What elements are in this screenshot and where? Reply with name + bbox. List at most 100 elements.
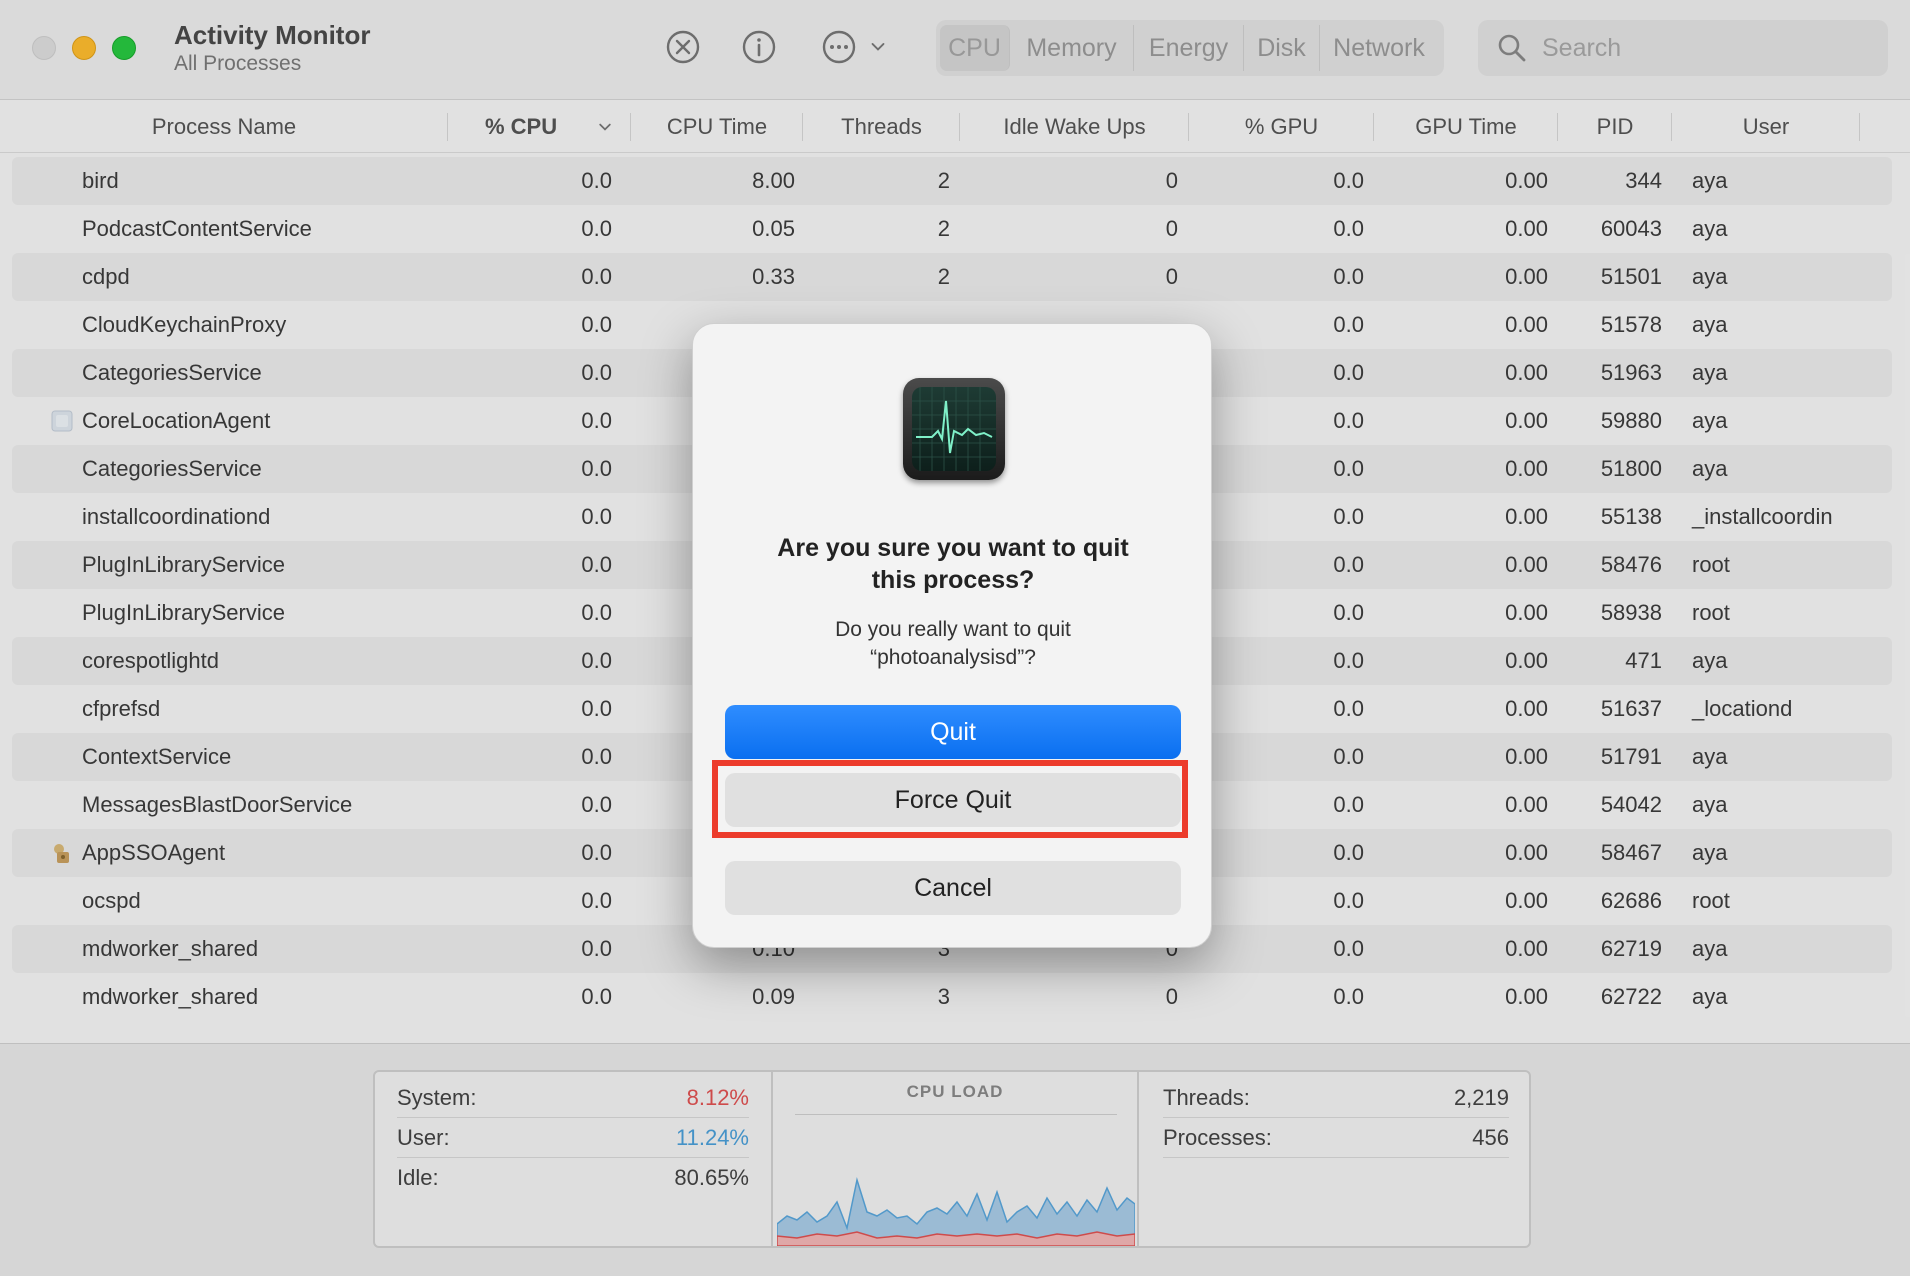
column-cpu-time[interactable]: CPU Time — [631, 101, 803, 153]
cell-cpu: 0.0 — [581, 792, 612, 817]
cell-gpu-time: 0.00 — [1505, 744, 1548, 769]
cancel-button[interactable]: Cancel — [725, 861, 1181, 915]
stop-process-icon[interactable] — [664, 28, 702, 66]
cell-gpu-time: 0.00 — [1505, 840, 1548, 865]
cell-gpu-time: 0.00 — [1505, 792, 1548, 817]
info-icon[interactable] — [740, 28, 778, 66]
idle-label: Idle: — [397, 1165, 439, 1190]
cell-pid: 51578 — [1600, 312, 1662, 337]
cell-gpu-time: 0.00 — [1505, 504, 1548, 529]
cell-user: aya — [1692, 840, 1728, 865]
cell-pid: 51501 — [1600, 264, 1662, 289]
tab-memory[interactable]: Memory — [1010, 25, 1134, 71]
cell-user: root — [1692, 888, 1730, 913]
table-row[interactable]: PodcastContentService 0.0 0.05 2 0 0.0 0.00 600… — [12, 205, 1892, 253]
cell-cpu: 0.0 — [581, 600, 612, 625]
column-gpu[interactable]: % GPU — [1189, 101, 1374, 153]
sort-descending-icon — [599, 123, 611, 131]
cell-gpu-time: 0.00 — [1505, 216, 1548, 241]
table-row[interactable]: mdworker_shared 0.0 0.09 3 0 0.0 0.00 62722 aya — [12, 973, 1892, 1021]
cell-user: aya — [1692, 792, 1728, 817]
process-name: PlugInLibraryService — [82, 600, 285, 625]
cell-pid: 62686 — [1600, 888, 1662, 913]
cell-cpu: 0.0 — [581, 456, 612, 481]
column-pid[interactable]: PID — [1558, 101, 1672, 153]
tab-disk[interactable]: Disk — [1244, 25, 1320, 71]
quit-button[interactable]: Quit — [725, 705, 1181, 759]
cell-user: root — [1692, 600, 1730, 625]
cell-cpu-time: 0.33 — [752, 264, 795, 289]
tab-energy[interactable]: Energy — [1134, 25, 1244, 71]
cell-threads: 2 — [937, 168, 950, 193]
threads-stat: Threads: 2,219 — [1163, 1078, 1509, 1118]
process-name: CategoriesService — [82, 456, 262, 481]
force-quit-button[interactable]: Force Quit — [725, 773, 1181, 827]
cell-cpu: 0.0 — [581, 984, 612, 1009]
search-input[interactable] — [1542, 33, 1862, 63]
cell-cpu: 0.0 — [581, 216, 612, 241]
column-cpu-label: % CPU — [485, 114, 558, 139]
cell-pid: 59880 — [1600, 408, 1662, 433]
more-options-icon[interactable] — [820, 28, 858, 66]
cell-gpu-time: 0.00 — [1505, 456, 1548, 481]
cell-pid: 471 — [1625, 648, 1662, 673]
user-label: User: — [397, 1124, 450, 1150]
user-value: 11.24% — [676, 1124, 749, 1150]
graph-divider — [795, 1114, 1117, 1115]
cell-gpu-time: 0.00 — [1505, 984, 1548, 1009]
column-gpu-time[interactable]: GPU Time — [1374, 101, 1558, 153]
idle-stat: Idle: 80.65% — [397, 1158, 749, 1198]
threads-label: Threads: — [1163, 1084, 1250, 1110]
activity-monitor-window: Activity Monitor All Processes CPU Memor… — [0, 0, 1910, 1276]
cell-pid: 51800 — [1600, 456, 1662, 481]
cell-cpu: 0.0 — [581, 408, 612, 433]
cell-user: root — [1692, 552, 1730, 577]
close-window-button[interactable] — [32, 36, 56, 60]
process-name: installcoordinationd — [82, 504, 271, 529]
minimize-window-button[interactable] — [72, 36, 96, 60]
process-name: corespotlightd — [82, 648, 219, 673]
cell-cpu-time: 0.05 — [752, 216, 795, 241]
column-idle-wake-ups[interactable]: Idle Wake Ups — [960, 101, 1189, 153]
cell-gpu: 0.0 — [1333, 168, 1364, 193]
user-stat: User: 11.24% — [397, 1118, 749, 1158]
cell-pid: 54042 — [1600, 792, 1662, 817]
table-row[interactable]: cdpd 0.0 0.33 2 0 0.0 0.00 51501 aya — [12, 253, 1892, 301]
column-cpu[interactable]: % CPU — [448, 101, 631, 153]
process-name: PlugInLibraryService — [82, 552, 285, 577]
column-threads[interactable]: Threads — [803, 101, 960, 153]
cell-cpu: 0.0 — [581, 552, 612, 577]
cell-gpu-time: 0.00 — [1505, 360, 1548, 385]
cell-user: _locationd — [1692, 696, 1793, 721]
tab-network[interactable]: Network — [1320, 25, 1438, 71]
dialog-title: Are you sure you want to quit this proce… — [777, 534, 1129, 594]
process-name: mdworker_shared — [82, 984, 259, 1009]
location-agent-icon — [50, 409, 74, 433]
cell-cpu: 0.0 — [581, 504, 612, 529]
dialog-message: Do you really want to quit “photoanalysi… — [835, 618, 1071, 669]
zoom-window-button[interactable] — [112, 36, 136, 60]
column-process-name[interactable]: Process Name — [0, 101, 448, 153]
cell-gpu: 0.0 — [1333, 264, 1364, 289]
process-name: MessagesBlastDoorService — [82, 792, 353, 817]
chevron-down-icon[interactable] — [858, 28, 898, 66]
tab-cpu[interactable]: CPU — [940, 25, 1010, 71]
column-user[interactable]: User — [1672, 101, 1860, 153]
cell-user: aya — [1692, 312, 1728, 337]
cell-user: aya — [1692, 984, 1728, 1009]
cell-cpu-time: 8.00 — [752, 168, 795, 193]
cell-idle: 0 — [1165, 984, 1178, 1009]
cell-gpu-time: 0.00 — [1505, 696, 1548, 721]
process-name: ContextService — [82, 744, 232, 769]
process-name: cdpd — [82, 264, 130, 289]
cell-user: _installcoordin — [1692, 504, 1833, 529]
cpu-load-graph: CPU LOAD — [771, 1072, 1139, 1246]
cell-user: aya — [1692, 456, 1728, 481]
system-label: System: — [397, 1084, 477, 1110]
cell-user: aya — [1692, 648, 1728, 673]
quit-process-dialog: Are you sure you want to quit this proce… — [692, 323, 1212, 948]
table-row[interactable]: bird 0.0 8.00 2 0 0.0 0.00 344 aya — [12, 157, 1892, 205]
toolbar: Activity Monitor All Processes CPU Memor… — [0, 0, 1910, 100]
cell-idle: 0 — [1165, 168, 1178, 193]
cell-cpu: 0.0 — [581, 360, 612, 385]
